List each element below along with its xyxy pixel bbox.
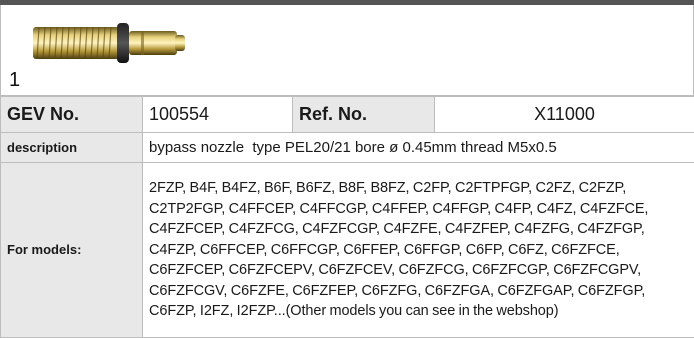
image-number: 1 — [9, 69, 20, 91]
ref-value: X11000 — [435, 97, 694, 133]
description-label: description — [1, 133, 143, 163]
gev-value: 100554 — [143, 97, 293, 133]
gev-label: GEV No. — [1, 97, 143, 133]
spec-row-models: For models: 2FZP, B4F, B4FZ, B6F, B6FZ, … — [1, 163, 694, 338]
models-label: For models: — [1, 163, 143, 338]
product-image-cell: 1 — [0, 5, 694, 96]
description-value: bypass nozzle type PEL20/21 bore ø 0.45m… — [143, 133, 694, 163]
ref-label: Ref. No. — [293, 97, 435, 133]
nozzle-photo — [29, 19, 209, 67]
spec-row-numbers: GEV No. 100554 Ref. No. X11000 — [1, 97, 694, 133]
spec-row-description: description bypass nozzle type PEL20/21 … — [1, 133, 694, 163]
spec-table: GEV No. 100554 Ref. No. X11000 descripti… — [0, 96, 694, 338]
models-value: 2FZP, B4F, B4FZ, B6F, B6FZ, B8F, B8FZ, C… — [143, 163, 694, 338]
